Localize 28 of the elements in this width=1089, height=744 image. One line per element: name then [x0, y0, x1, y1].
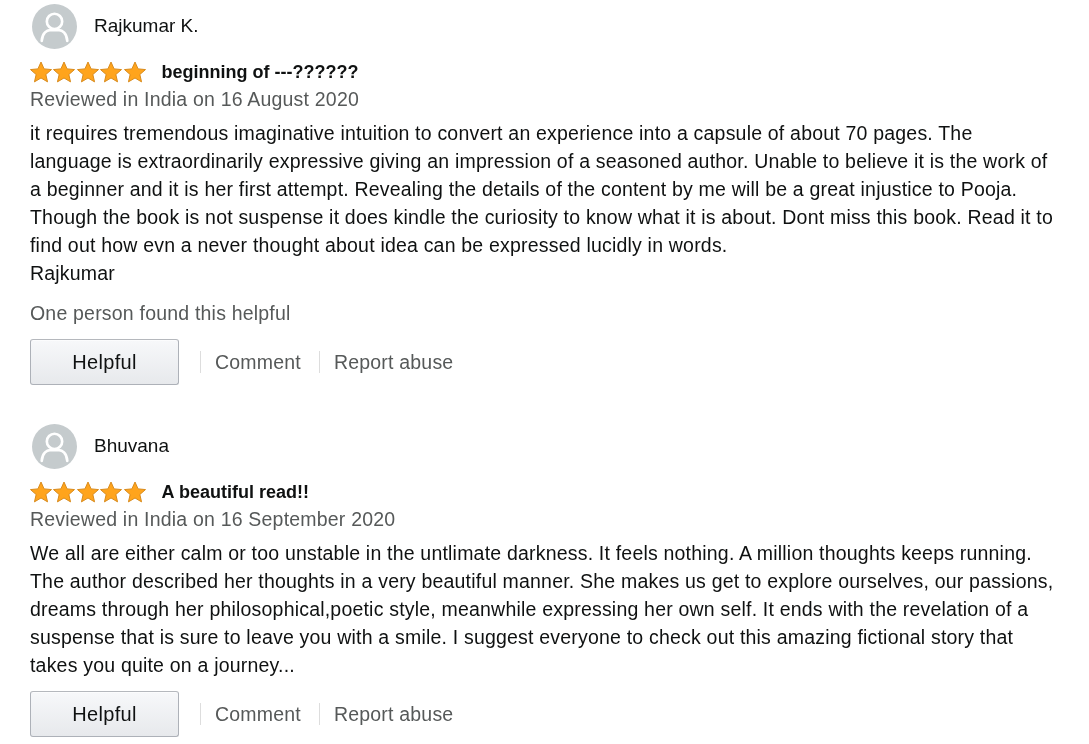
- helpful-button[interactable]: Helpful: [30, 691, 179, 737]
- star-icon: [123, 61, 146, 83]
- star-icon: [76, 481, 99, 503]
- report-link[interactable]: Report abuse: [333, 702, 454, 726]
- comment-link[interactable]: Comment: [215, 350, 301, 374]
- reviewer-name: Bhuvana: [94, 434, 169, 458]
- review-text: Rajkumar: [30, 261, 117, 286]
- star-icon: [30, 481, 52, 503]
- report-link[interactable]: Report abuse: [333, 350, 454, 374]
- comment-link[interactable]: Comment: [215, 702, 301, 726]
- helpful-button[interactable]: Helpful: [30, 339, 179, 385]
- review-date: Reviewed in India on 16 August 2020: [30, 88, 359, 110]
- star-icon: [100, 61, 123, 83]
- star-icon: [123, 481, 146, 503]
- helpful-count: One person found this helpful: [30, 302, 291, 324]
- star-icon: [100, 481, 123, 503]
- avatar-icon: [32, 423, 77, 469]
- review-text: We all are either calm or too unstable in the untlimate darkness. It feels nothing. A million thoughts keeps running. The author described her thoughts in a very beautiful manner. She makes us get to explore ourselves, our passions, dreams through her philosophical,poetic style, meanwhile expressing her own self. It ends with the revelation of a suspense that is sure to leave you with a smile. I suggest everyone to check out this amazing fictional story that takes you quite on a journey...: [30, 541, 1054, 678]
- star-icon: [53, 61, 76, 83]
- reviewer-name: Rajkumar K.: [94, 14, 199, 38]
- star-icon: [53, 481, 76, 503]
- avatar-icon: [32, 3, 77, 49]
- star-icon: [76, 61, 99, 83]
- review-date: Reviewed in India on 16 September 2020: [30, 508, 396, 530]
- star-icon: [30, 61, 52, 83]
- review-text: it requires tremendous imaginative intuition to convert an experience into a capsule of about 70 pages. The language is extraordinarily expressive giving an impression of a seasoned author. Unable to believe it is the work of a beginner and it is her first attempt. Revealing the details of the content by me will be a great injustice to Pooja. Though the book is not suspense it does kindle the curiosity to know what it is about. Dont miss this book. Read it to find out how evn a never thought about idea can be expressed lucidly in words.: [30, 121, 1054, 258]
- review-title: A beautiful read!!: [161, 481, 309, 504]
- review-title: beginning of ---??????: [161, 61, 359, 84]
